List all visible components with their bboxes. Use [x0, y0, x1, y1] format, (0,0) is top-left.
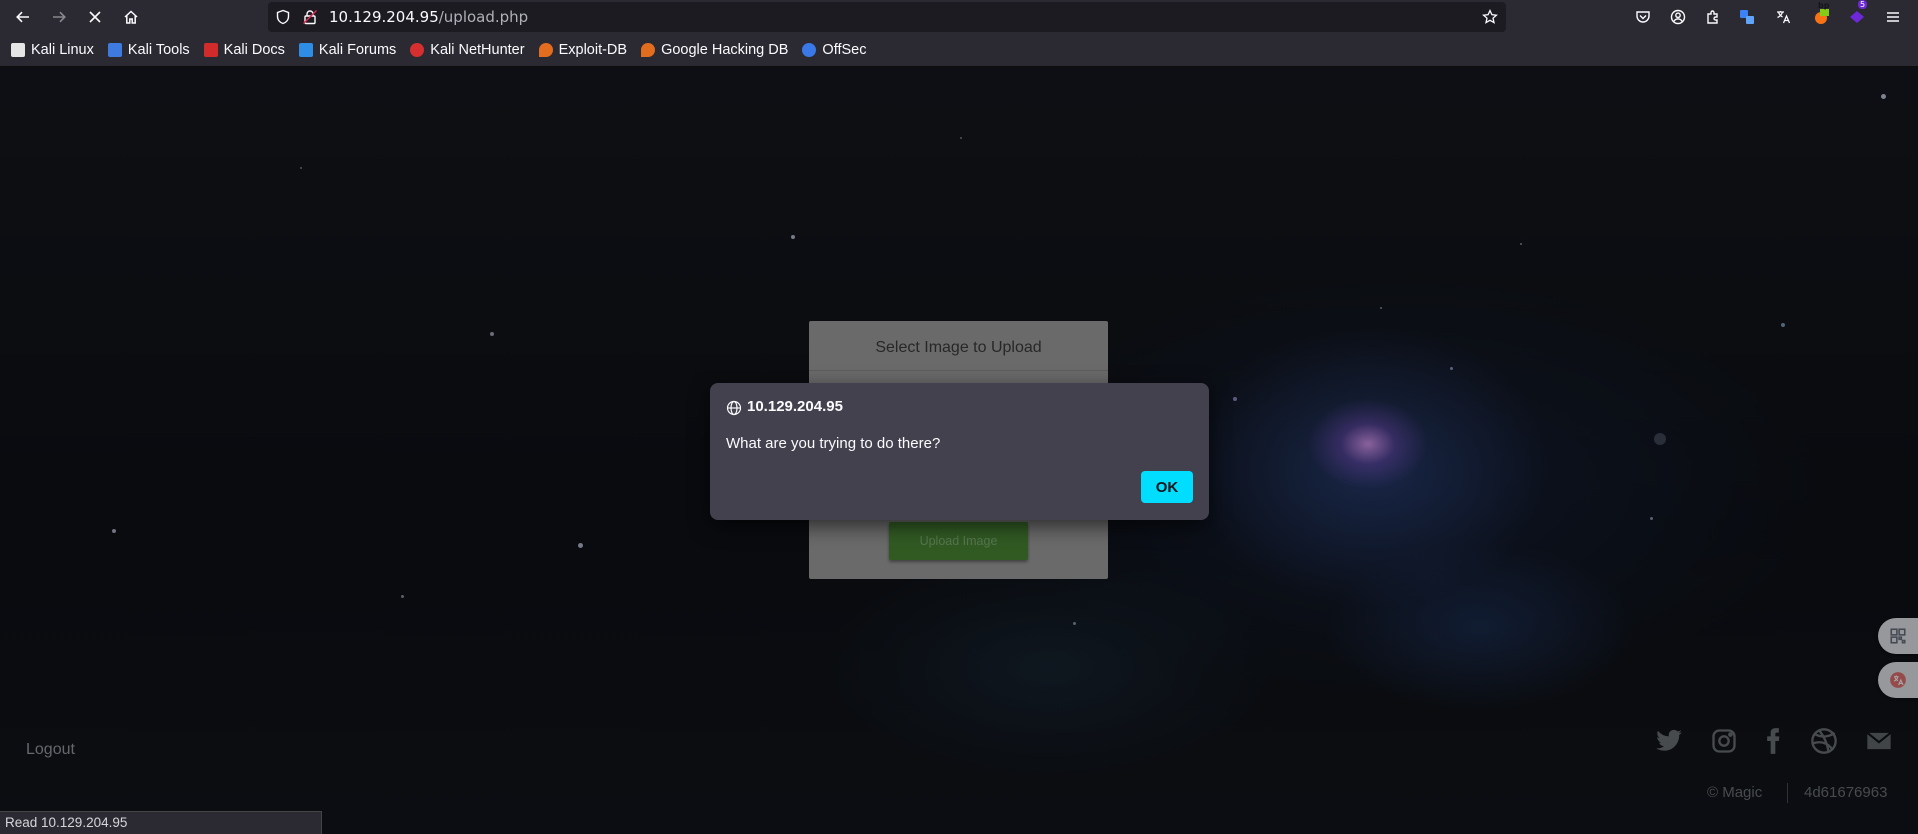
globe-icon: [726, 400, 742, 416]
bookmark-label: Kali Docs: [223, 42, 285, 58]
bookmark-kali-nethunter[interactable]: Kali NetHunter: [410, 42, 525, 58]
address-bar[interactable]: 10.129.204.95/upload.php: [268, 2, 1506, 32]
burp-extension-icon: [1815, 9, 1829, 24]
home-button[interactable]: [116, 2, 146, 32]
ghdb-icon: [641, 43, 656, 57]
shield-icon[interactable]: [275, 9, 291, 25]
offsec-icon: [802, 43, 817, 57]
close-icon: [89, 11, 101, 23]
alert-dialog: 10.129.204.95 What are you trying to do …: [710, 383, 1209, 520]
bookmark-star-icon[interactable]: [1482, 9, 1498, 25]
menu-button[interactable]: [1882, 6, 1904, 28]
hamburger-menu-icon: [1887, 12, 1899, 22]
bookmark-google-hacking-db[interactable]: Google Hacking DB: [641, 42, 788, 58]
dialog-message: What are you trying to do there?: [726, 435, 941, 452]
url-text: 10.129.204.95/upload.php: [329, 8, 528, 26]
bookmark-label: Kali Forums: [318, 42, 397, 58]
bookmark-kali-forums[interactable]: Kali Forums: [298, 42, 397, 58]
account-button[interactable]: [1667, 6, 1689, 28]
puzzle-icon: [1707, 10, 1718, 24]
pocket-icon: [1636, 11, 1650, 23]
bookmark-label: Kali Linux: [31, 42, 94, 58]
wappalyzer-icon: [1850, 11, 1864, 23]
url-host: 10.129.204.95: [329, 8, 439, 26]
kali-tools-icon: [107, 43, 122, 57]
bookmarks-toolbar: Kali Linux Kali Tools Kali Docs Kali For…: [0, 34, 1918, 67]
browser-toolbar: 10.129.204.95/upload.php bp 5: [0, 0, 1918, 34]
forward-button[interactable]: [44, 2, 74, 32]
ok-button[interactable]: OK: [1141, 471, 1193, 503]
stop-button[interactable]: [80, 2, 110, 32]
account-icon: [1670, 9, 1686, 25]
dialog-host: 10.129.204.95: [747, 398, 843, 415]
bookmark-label: OffSec: [822, 42, 867, 58]
bookmark-kali-docs[interactable]: Kali Docs: [203, 42, 285, 58]
extension-count-badge: 5: [1858, 0, 1868, 9]
extensions-button[interactable]: [1702, 6, 1724, 28]
status-bar: Read 10.129.204.95: [0, 811, 322, 834]
back-button[interactable]: [8, 2, 38, 32]
home-icon: [124, 10, 138, 24]
bookmark-kali-tools[interactable]: Kali Tools: [107, 42, 190, 58]
bookmark-offsec[interactable]: OffSec: [802, 42, 866, 58]
kali-docs-icon: [203, 43, 218, 57]
bookmark-label: Kali Tools: [127, 42, 190, 58]
bp-badge: bp: [1818, 1, 1830, 10]
bookmark-label: Google Hacking DB: [661, 42, 789, 58]
bookmark-exploit-db[interactable]: Exploit-DB: [538, 42, 628, 58]
wappalyzer-ext-button[interactable]: 5: [1846, 0, 1868, 28]
language-ext-button[interactable]: [1772, 6, 1794, 28]
bookmark-kali-linux[interactable]: Kali Linux: [11, 42, 94, 58]
kali-forums-icon: [298, 43, 313, 57]
insecure-lock-icon[interactable]: [302, 9, 318, 25]
translate-extension-icon: [1740, 10, 1754, 24]
burp-ext-button[interactable]: bp: [1810, 1, 1832, 28]
nethunter-icon: [410, 43, 425, 57]
arrow-right-icon: [53, 11, 66, 23]
exploit-db-icon: [538, 43, 553, 57]
pocket-button[interactable]: [1632, 6, 1654, 28]
kali-dragon-icon: [11, 43, 25, 57]
arrow-left-icon: [16, 11, 29, 23]
bookmark-label: Kali NetHunter: [430, 42, 525, 58]
bookmark-label: Exploit-DB: [558, 42, 628, 58]
language-icon: [1777, 11, 1791, 24]
translate-ext-button[interactable]: [1736, 6, 1758, 28]
url-path: /upload.php: [438, 8, 529, 26]
